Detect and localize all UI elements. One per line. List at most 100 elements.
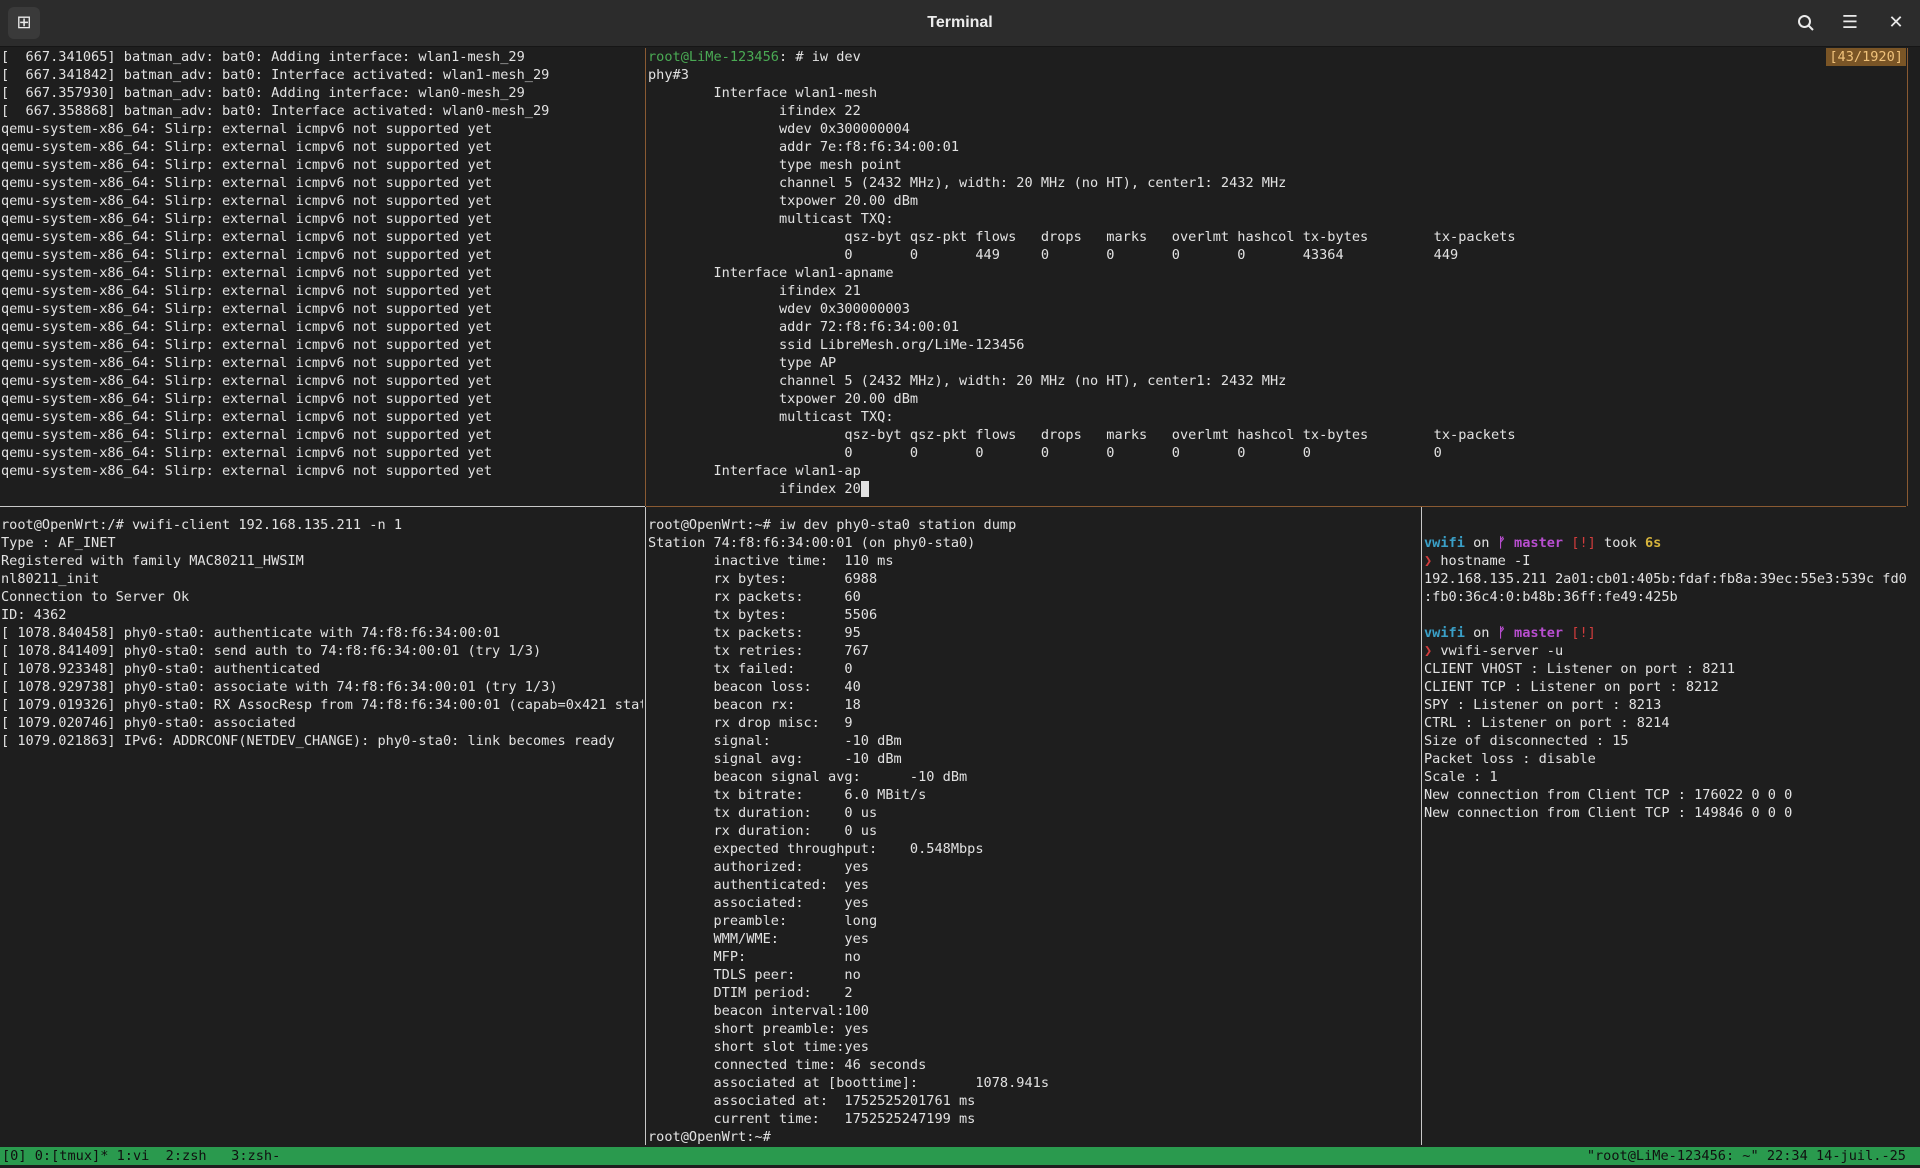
output-line: type AP [648,355,837,371]
prompt-command: : # iw dev [778,49,861,65]
output-line: [ 1079.020746] phy0-sta0: associated [1,715,296,731]
output-line: [ 1078.923348] phy0-sta0: authenticated [1,661,321,677]
log-line: qemu-system-x86_64: Slirp: external icmp… [1,175,493,191]
output-line: 0 0 449 0 0 0 0 43364 449 [648,247,1459,263]
output-line: authorized: yes [648,859,869,875]
log-line: qemu-system-x86_64: Slirp: external icmp… [1,157,493,173]
log-line: qemu-system-x86_64: Slirp: external icmp… [1,211,493,227]
pane-output: root@OpenWrt:/# vwifi-client 192.168.135… [1,516,643,750]
output-line: root@OpenWrt:/# vwifi-client 192.168.135… [1,517,403,533]
output-line: qsz-byt qsz-pkt flows drops marks overlm… [648,229,1516,245]
output-line: type mesh point [648,157,902,173]
output-line: associated: yes [648,895,869,911]
output-line: channel 5 (2432 MHz), width: 20 MHz (no … [648,373,1287,389]
output-line: [ 1078.840458] phy0-sta0: authenticate w… [1,625,501,641]
output-line: beacon rx: 18 [648,697,861,713]
output-line: CTRL : Listener on port : 8214 [1424,715,1670,731]
output-line: 192.168.135.211 2a01:cb01:405b:fdaf:fb8a… [1424,571,1906,587]
output-line: Packet loss : disable [1424,751,1596,767]
log-line: qemu-system-x86_64: Slirp: external icmp… [1,265,493,281]
output-line: txpower 20.00 dBm [648,391,919,407]
git-status-flag: [!] [1563,625,1596,641]
output-line: WMM/WME: yes [648,931,869,947]
output-line: beacon loss: 40 [648,679,861,695]
output-line: [ 1078.929738] phy0-sta0: associate with… [1,679,558,695]
pane-output: root@OpenWrt:~# iw dev phy0-sta0 station… [648,516,1418,1144]
log-line: qemu-system-x86_64: Slirp: external icmp… [1,445,493,461]
output-line: preamble: long [648,913,878,929]
pane-vwifi-client[interactable]: root@OpenWrt:/# vwifi-client 192.168.135… [1,516,643,1144]
output-line: ifindex 20 [648,481,861,497]
pane-vwifi-server[interactable]: vwifi on ᚠ master [!] took 6s ❯ hostname… [1424,516,1906,1144]
log-line: qemu-system-x86_64: Slirp: external icmp… [1,409,493,425]
output-line: SPY : Listener on port : 8213 [1424,697,1662,713]
log-line: qemu-system-x86_64: Slirp: external icmp… [1,229,493,245]
output-line: New connection from Client TCP : 176022 … [1424,787,1793,803]
output-line: current time: 1752525247199 ms [648,1111,976,1127]
log-line: qemu-system-x86_64: Slirp: external icmp… [1,391,493,407]
output-line: MFP: no [648,949,861,965]
log-line: qemu-system-x86_64: Slirp: external icmp… [1,247,493,263]
output-line: tx bitrate: 6.0 MBit/s [648,787,927,803]
output-line: rx packets: 60 [648,589,861,605]
pane-divider[interactable] [645,48,646,506]
log-line: [ 667.341842] batman_adv: bat0: Interfac… [1,67,550,83]
menu-button[interactable]: ☰ [1834,7,1866,39]
output-line: ssid LibreMesh.org/LiMe-123456 [648,337,1025,353]
output-line: tx bytes: 5506 [648,607,878,623]
log-line: qemu-system-x86_64: Slirp: external icmp… [1,283,493,299]
close-icon: ✕ [1888,12,1904,33]
pane-output: vwifi on ᚠ master [!] took 6s ❯ hostname… [1424,516,1906,822]
output-line: wdev 0x300000004 [648,121,910,137]
output-line: connected time: 46 seconds [648,1057,927,1073]
output-line: short slot time:yes [648,1039,869,1055]
output-line: [ 1079.019326] phy0-sta0: RX AssocResp f… [1,697,643,713]
pane-divider[interactable] [1907,48,1908,506]
output-line: ifindex 21 [648,283,861,299]
tmux-status-bar: [0] 0:[tmux]* 1:vi 2:zsh 3:zsh- "root@Li… [0,1147,1920,1165]
output-line: DTIM period: 2 [648,985,853,1001]
prompt-on: on [1464,625,1498,641]
close-button[interactable]: ✕ [1880,7,1912,39]
log-line: qemu-system-x86_64: Slirp: external icmp… [1,373,493,389]
pane-kernel-log[interactable]: [ 667.341065] batman_adv: bat0: Adding i… [1,48,641,504]
git-status-flag: [!] [1563,535,1596,551]
output-line: short preamble: yes [648,1021,869,1037]
output-line: rx duration: 0 us [648,823,878,839]
prompt-arrow-icon: ❯ [1424,643,1433,659]
pane-iw-dev[interactable]: root@LiMe-123456: # iw dev phy#3 Interfa… [648,48,1905,504]
pane-divider[interactable] [645,507,646,1145]
prompt-arrow-icon: ❯ [1424,553,1433,569]
search-button[interactable] [1790,7,1822,39]
tmux-window-list[interactable]: [0] 0:[tmux]* 1:vi 2:zsh 3:zsh- [2,1147,280,1165]
pane-station-dump[interactable]: root@OpenWrt:~# iw dev phy0-sta0 station… [648,516,1418,1144]
title-bar: ⊞ Terminal ☰ ✕ [0,0,1920,47]
output-line: Connection to Server Ok [1,589,190,605]
output-line: signal avg: -10 dBm [648,751,902,767]
log-line: qemu-system-x86_64: Slirp: external icmp… [1,301,493,317]
command-duration: 6s [1644,535,1662,551]
output-line: TDLS peer: no [648,967,861,983]
pane-divider[interactable] [646,506,1906,507]
output-line: New connection from Client TCP : 149846 … [1424,805,1793,821]
pane-output: root@LiMe-123456: # iw dev phy#3 Interfa… [648,48,1905,498]
git-branch-label: ᚠ master [1497,535,1564,551]
output-line: inactive time: 110 ms [648,553,894,569]
prompt-dir: vwifi [1424,535,1465,551]
output-line: CLIENT TCP : Listener on port : 8212 [1424,679,1719,695]
pane-divider[interactable] [1421,507,1422,1145]
output-line: Interface wlan1-apname [648,265,894,281]
prompt-line: root@OpenWrt:~# [648,1129,771,1144]
prompt-on: on [1464,535,1498,551]
pane-divider[interactable] [0,506,645,507]
output-line: ID: 4362 [1,607,67,623]
output-line: txpower 20.00 dBm [648,193,919,209]
prompt-host: root@LiMe-123456 [648,49,779,65]
output-line: signal: -10 dBm [648,733,902,749]
terminal-cursor [860,481,869,497]
log-line: qemu-system-x86_64: Slirp: external icmp… [1,193,493,209]
scroll-position-indicator: [43/1920] [1826,48,1906,66]
prompt-dir: vwifi [1424,625,1465,641]
output-line: authenticated: yes [648,877,869,893]
output-line: addr 7e:f8:f6:34:00:01 [648,139,959,155]
